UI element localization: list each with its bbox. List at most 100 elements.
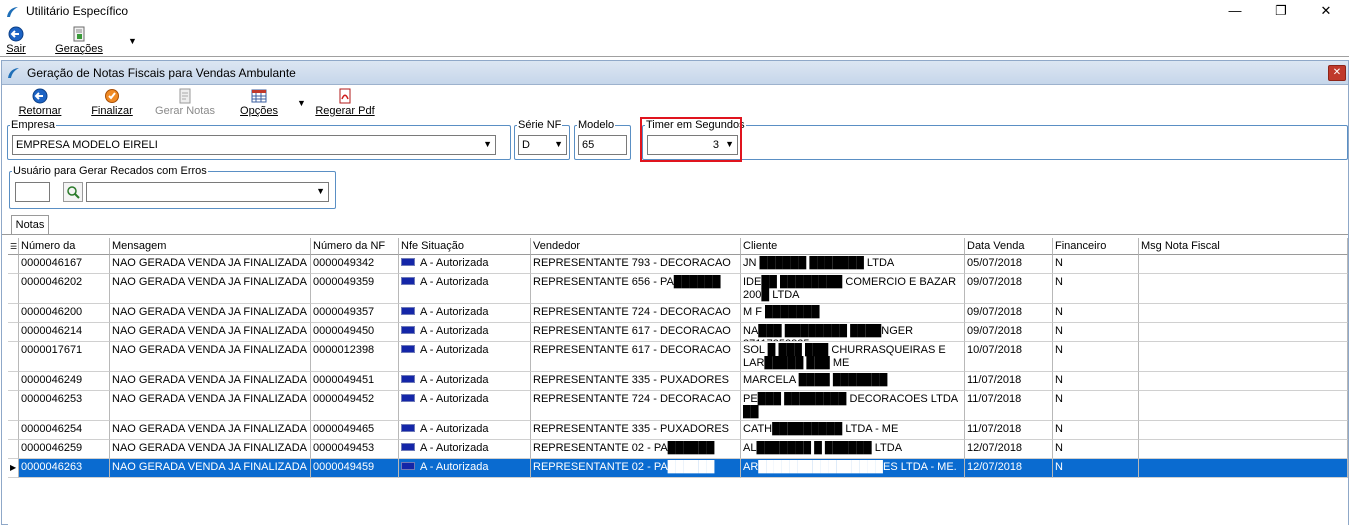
cell-vendedor: REPRESENTANTE 656 - PA██████ (531, 274, 741, 304)
cell-cliente: NA███ ████████ ████NGER 37117352825 (741, 323, 965, 342)
chevron-down-icon[interactable]: ▼ (316, 186, 325, 196)
cell-nfe-situacao: A - Autorizada (399, 372, 531, 391)
cell-data-venda: 11/07/2018 (965, 391, 1053, 421)
cell-mensagem: NAO GERADA VENDA JA FINALIZADA (110, 440, 311, 459)
column-header-nfe-situacao[interactable]: Nfe Situação (399, 238, 531, 255)
situacao-text: A - Autorizada (420, 257, 489, 269)
situacao-text: A - Autorizada (420, 344, 489, 356)
cell-nfe-situacao: A - Autorizada (399, 255, 531, 274)
column-header-numero-venda[interactable]: Número da Venda (19, 238, 110, 255)
column-header-financeiro[interactable]: Financeiro (1053, 238, 1139, 255)
form-close-button[interactable]: ✕ (1328, 65, 1346, 81)
cell-financeiro: N (1053, 391, 1139, 421)
finalizar-label: Finalizar (91, 105, 133, 117)
toolbar-overflow-icon[interactable]: ▼ (128, 36, 137, 46)
chevron-down-icon[interactable]: ▼ (554, 139, 563, 149)
current-row-arrow-icon: ▶ (10, 463, 17, 472)
empresa-select[interactable]: EMPRESA MODELO EIRELI ▼ (12, 135, 496, 155)
table-row[interactable]: 0000046202 NAO GERADA VENDA JA FINALIZADA… (8, 274, 1348, 304)
column-header-numero-nf[interactable]: Número da NF (311, 238, 399, 255)
cell-mensagem: NAO GERADA VENDA JA FINALIZADA (110, 255, 311, 274)
cell-numero-nf: 0000012398 (311, 342, 399, 372)
opcoes-label: Opções (240, 105, 278, 117)
cell-mensagem: NAO GERADA VENDA JA FINALIZADA (110, 304, 311, 323)
cell-financeiro: N (1053, 304, 1139, 323)
form-title: Geração de Notas Fiscais para Vendas Amb… (27, 66, 296, 80)
pdf-icon (339, 88, 351, 104)
retornar-button[interactable]: Retornar (16, 88, 64, 117)
column-header-vendedor[interactable]: Vendedor (531, 238, 741, 255)
back-arrow-icon (32, 88, 48, 104)
cell-numero-nf: 0000049451 (311, 372, 399, 391)
grid-header: ☰Número da VendaMensagemNúmero da NFNfe … (8, 238, 1348, 255)
column-header-cliente[interactable]: Cliente (741, 238, 965, 255)
column-header-msg-nota-fiscal[interactable]: Msg Nota Fiscal (1139, 238, 1348, 255)
column-chooser-icon[interactable]: ☰ (8, 238, 19, 255)
cell-numero-venda: 0000046200 (19, 304, 110, 323)
cell-mensagem: NAO GERADA VENDA JA FINALIZADA (110, 274, 311, 304)
row-indicator (8, 255, 19, 274)
cell-cliente: AR████████████████ES LTDA - ME. (741, 459, 965, 478)
cell-vendedor: REPRESENTANTE 617 - DECORACAO (531, 342, 741, 372)
finalizar-button[interactable]: Finalizar (90, 88, 134, 117)
chevron-down-icon[interactable]: ▼ (483, 139, 492, 149)
cell-msg-nota-fiscal (1139, 440, 1348, 459)
timer-group: Timer em Segundos (642, 120, 1348, 160)
cell-nfe-situacao: A - Autorizada (399, 342, 531, 372)
cell-numero-nf: 0000049453 (311, 440, 399, 459)
situacao-text: A - Autorizada (420, 325, 489, 337)
geracoes-button[interactable]: Gerações (54, 26, 104, 55)
empresa-label: Empresa (11, 119, 56, 131)
generate-notes-icon (179, 88, 191, 104)
cell-mensagem: NAO GERADA VENDA JA FINALIZADA (110, 421, 311, 440)
geracoes-label: Gerações (55, 43, 103, 55)
row-indicator (8, 391, 19, 421)
situacao-text: A - Autorizada (420, 393, 489, 405)
table-row[interactable]: 0000046254 NAO GERADA VENDA JA FINALIZADA… (8, 421, 1348, 440)
table-row[interactable]: 0000046200 NAO GERADA VENDA JA FINALIZADA… (8, 304, 1348, 323)
table-row[interactable]: ▶ 0000046263 NAO GERADA VENDA JA FINALIZAD… (8, 459, 1348, 478)
table-row[interactable]: 0000046167 NAO GERADA VENDA JA FINALIZADA… (8, 255, 1348, 274)
gerar-notas-button[interactable]: Gerar Notas (154, 88, 216, 117)
usuario-select[interactable]: ▼ (86, 182, 329, 202)
cell-numero-nf: 0000049357 (311, 304, 399, 323)
column-header-data-venda[interactable]: Data Venda (965, 238, 1053, 255)
table-row[interactable]: 0000046249 NAO GERADA VENDA JA FINALIZADA… (8, 372, 1348, 391)
cell-vendedor: REPRESENTANTE 617 - DECORACAO (531, 323, 741, 342)
tab-notas[interactable]: Notas (11, 215, 49, 235)
modelo-input[interactable]: 65 (578, 135, 627, 155)
opcoes-button[interactable]: Opções (238, 88, 280, 117)
maximize-button[interactable]: ❐ (1258, 0, 1304, 24)
status-flag-icon (401, 277, 415, 285)
notas-grid: ☰Número da VendaMensagemNúmero da NFNfe … (8, 238, 1348, 525)
table-row[interactable]: 0000046253 NAO GERADA VENDA JA FINALIZADA… (8, 391, 1348, 421)
usuario-search-button[interactable] (63, 182, 83, 202)
app-logo-icon (7, 7, 18, 17)
cell-financeiro: N (1053, 323, 1139, 342)
cell-vendedor: REPRESENTANTE 793 - DECORACAO (531, 255, 741, 274)
cell-numero-nf: 0000049452 (311, 391, 399, 421)
column-header-mensagem[interactable]: Mensagem (110, 238, 311, 255)
table-row[interactable]: 0000046214 NAO GERADA VENDA JA FINALIZADA… (8, 323, 1348, 342)
cell-financeiro: N (1053, 459, 1139, 478)
cell-mensagem: NAO GERADA VENDA JA FINALIZADA (110, 391, 311, 421)
table-row[interactable]: 0000017671 NAO GERADA VENDA JA FINALIZADA… (8, 342, 1348, 372)
close-button[interactable]: ✕ (1303, 0, 1349, 24)
opcoes-dropdown-icon[interactable]: ▼ (297, 98, 306, 108)
cell-nfe-situacao: A - Autorizada (399, 323, 531, 342)
back-arrow-icon (8, 26, 24, 42)
form-logo-icon (8, 68, 19, 78)
cell-cliente: JN ██████ ███████ LTDA (741, 255, 965, 274)
modelo-value: 65 (582, 139, 595, 151)
minimize-button[interactable]: — (1212, 0, 1258, 24)
main-toolbar: Sair Gerações ▼ (0, 24, 1349, 57)
cell-msg-nota-fiscal (1139, 255, 1348, 274)
cell-numero-venda: 0000046249 (19, 372, 110, 391)
usuario-code-input[interactable] (15, 182, 50, 202)
cell-numero-venda: 0000046253 (19, 391, 110, 421)
serie-select[interactable]: D ▼ (518, 135, 567, 155)
cell-nfe-situacao: A - Autorizada (399, 440, 531, 459)
sair-button[interactable]: Sair (4, 26, 28, 55)
regerar-pdf-button[interactable]: Regerar Pdf (314, 88, 376, 117)
table-row[interactable]: 0000046259 NAO GERADA VENDA JA FINALIZADA… (8, 440, 1348, 459)
